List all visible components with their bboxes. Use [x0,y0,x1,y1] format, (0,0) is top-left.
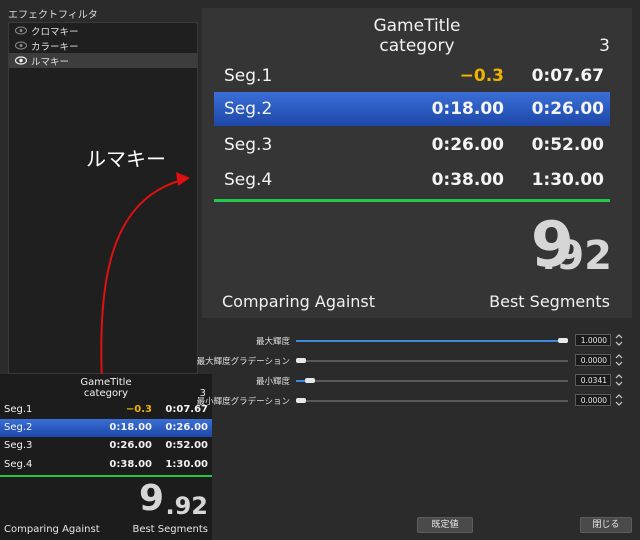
segment-delta: 0:38.00 [109,459,152,470]
annotation-arrow [100,172,190,383]
timer-fraction: .92 [541,233,612,279]
segment-name: Seg.1 [224,66,273,86]
filter-item-luma-key[interactable]: ルマキー [9,53,197,68]
segment-time: 0:52.00 [165,440,208,451]
property-slider[interactable] [296,358,568,363]
property-value-input[interactable]: 0.0000 [575,354,611,366]
game-title: GameTitle [373,16,461,36]
property-label: 最大輝度 [255,337,290,347]
split-row: Seg.3 0:26.00 0:52.00 [214,128,610,162]
filter-item-color-key[interactable]: カラーキー [9,38,197,53]
property-label: 最大輝度グラデーション [196,357,290,367]
filter-item-label: ルマキー [31,56,70,68]
filter-item-label: クロマキー [31,26,79,38]
segment-delta: 0:18.00 [431,99,504,119]
split-row: Seg.1 −0.3 0:07.67 [214,59,610,93]
filter-preview: GameTitle category 3 Seg.1 −0.3 0:07.67 … [202,8,632,318]
spinner-arrows-icon[interactable] [614,372,624,388]
segment-name: Seg.4 [224,170,273,190]
segment-name: Seg.3 [4,440,33,451]
visibility-on-icon[interactable] [15,56,27,65]
filter-item-label: カラーキー [31,41,79,53]
comparing-value: Best Segments [489,292,610,311]
property-slider[interactable] [296,378,568,383]
slider-fill [296,340,568,342]
close-button[interactable]: 閉じる [580,517,632,533]
annotation-label: ルマキー [86,147,166,171]
segment-time: 1:30.00 [165,459,208,470]
filter-item-chroma-key[interactable]: クロマキー [9,23,197,38]
comparing-label: Comparing Against [4,524,100,535]
split-row-active: Seg.2 0:18.00 0:26.00 [0,419,212,437]
segment-delta: 0:18.00 [109,422,152,433]
slider-handle[interactable] [558,338,568,343]
attempt-count: 3 [599,36,610,56]
property-value-input[interactable]: 0.0000 [575,394,611,406]
visibility-off-icon[interactable] [15,26,27,35]
category: category [379,36,455,56]
spinner-arrows-icon[interactable] [614,392,624,408]
timer-seconds: 9 [138,478,164,519]
visibility-off-icon[interactable] [15,41,27,50]
split-row: Seg.3 0:26.00 0:52.00 [0,437,212,455]
defaults-button[interactable]: 既定値 [417,517,473,533]
segment-time: 1:30.00 [531,170,604,190]
segment-delta: −0.3 [459,66,504,86]
slider-handle[interactable] [305,378,316,383]
segment-time: 0:52.00 [531,135,604,155]
segment-time: 0:26.00 [531,99,604,119]
segment-delta: 0:38.00 [431,170,504,190]
property-value-input[interactable]: 1.0000 [575,334,611,346]
split-row: Seg.4 0:38.00 1:30.00 [214,163,610,197]
segment-name: Seg.2 [4,422,33,433]
segment-name: Seg.2 [224,99,273,119]
property-label: 最小輝度グラデーション [196,397,290,407]
spinner-arrows-icon[interactable] [614,332,624,348]
slider-handle[interactable] [296,398,306,403]
segment-name: Seg.3 [224,135,273,155]
slider-fill [296,380,306,382]
segment-time: 0:26.00 [165,422,208,433]
slider-handle[interactable] [296,358,306,363]
segment-name: Seg.1 [4,404,33,415]
filters-title: エフェクトフィルタ [8,10,98,21]
segment-name: Seg.4 [4,459,33,470]
split-row-active: Seg.2 0:18.00 0:26.00 [214,92,610,126]
property-slider[interactable] [296,338,568,343]
timer-fraction: .92 [165,492,208,520]
property-value-input[interactable]: 0.0341 [575,374,611,386]
split-separator [0,475,212,477]
segment-delta: 0:26.00 [431,135,504,155]
split-separator [214,199,610,202]
segment-time: 0:07.67 [531,66,604,86]
comparing-value: Best Segments [132,524,208,535]
property-label: 最小輝度 [255,377,290,387]
spinner-arrows-icon[interactable] [614,352,624,368]
segment-delta: 0:26.00 [109,440,152,451]
property-slider[interactable] [296,398,568,403]
split-row: Seg.4 0:38.00 1:30.00 [0,456,212,474]
comparing-label: Comparing Against [222,292,376,311]
